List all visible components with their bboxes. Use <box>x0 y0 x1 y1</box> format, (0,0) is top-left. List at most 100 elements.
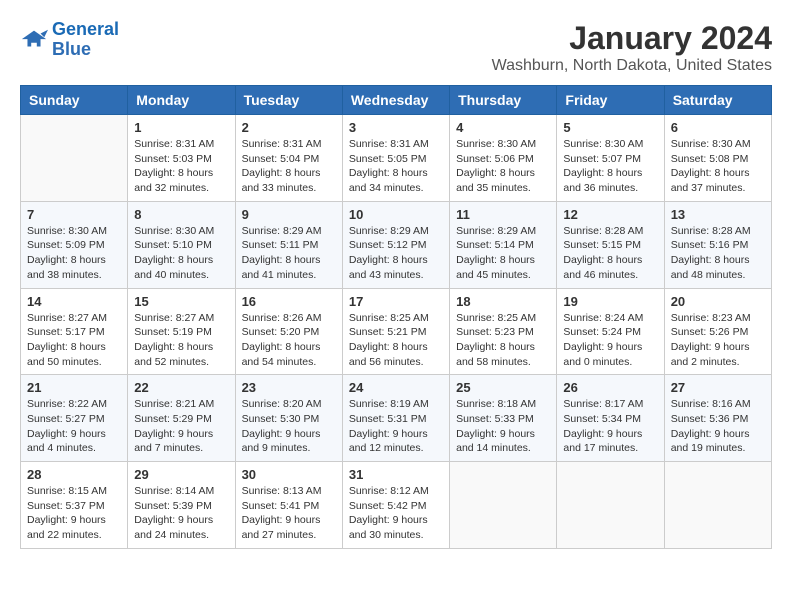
calendar-cell: 20 Sunrise: 8:23 AM Sunset: 5:26 PM Dayli… <box>664 288 771 375</box>
day-info: Sunrise: 8:28 AM Sunset: 5:15 PM Dayligh… <box>563 224 657 283</box>
day-number: 10 <box>349 207 443 222</box>
day-info: Sunrise: 8:27 AM Sunset: 5:17 PM Dayligh… <box>27 311 121 370</box>
day-info: Sunrise: 8:23 AM Sunset: 5:26 PM Dayligh… <box>671 311 765 370</box>
logo: General Blue <box>20 20 119 60</box>
calendar-cell: 10 Sunrise: 8:29 AM Sunset: 5:12 PM Dayli… <box>342 201 449 288</box>
calendar-cell: 19 Sunrise: 8:24 AM Sunset: 5:24 PM Dayli… <box>557 288 664 375</box>
day-number: 24 <box>349 380 443 395</box>
calendar-cell: 2 Sunrise: 8:31 AM Sunset: 5:04 PM Daylig… <box>235 115 342 202</box>
day-number: 7 <box>27 207 121 222</box>
day-info: Sunrise: 8:25 AM Sunset: 5:21 PM Dayligh… <box>349 311 443 370</box>
day-info: Sunrise: 8:31 AM Sunset: 5:04 PM Dayligh… <box>242 137 336 196</box>
calendar-cell: 3 Sunrise: 8:31 AM Sunset: 5:05 PM Daylig… <box>342 115 449 202</box>
day-info: Sunrise: 8:24 AM Sunset: 5:24 PM Dayligh… <box>563 311 657 370</box>
day-number: 25 <box>456 380 550 395</box>
day-number: 29 <box>134 467 228 482</box>
calendar-header-row: SundayMondayTuesdayWednesdayThursdayFrid… <box>21 86 772 115</box>
title-block: January 2024 Washburn, North Dakota, Uni… <box>492 20 772 75</box>
day-header-wednesday: Wednesday <box>342 86 449 115</box>
day-number: 15 <box>134 294 228 309</box>
day-info: Sunrise: 8:29 AM Sunset: 5:12 PM Dayligh… <box>349 224 443 283</box>
day-header-saturday: Saturday <box>664 86 771 115</box>
day-info: Sunrise: 8:30 AM Sunset: 5:08 PM Dayligh… <box>671 137 765 196</box>
calendar-cell: 13Sunrise: 8:28 AM Sunset: 5:16 PM Dayli… <box>664 201 771 288</box>
calendar-cell: 7 Sunrise: 8:30 AM Sunset: 5:09 PM Daylig… <box>21 201 128 288</box>
day-info: Sunrise: 8:12 AM Sunset: 5:42 PM Dayligh… <box>349 484 443 543</box>
day-number: 26 <box>563 380 657 395</box>
day-info: Sunrise: 8:30 AM Sunset: 5:06 PM Dayligh… <box>456 137 550 196</box>
day-info: Sunrise: 8:29 AM Sunset: 5:11 PM Dayligh… <box>242 224 336 283</box>
day-info: Sunrise: 8:31 AM Sunset: 5:05 PM Dayligh… <box>349 137 443 196</box>
day-info: Sunrise: 8:16 AM Sunset: 5:36 PM Dayligh… <box>671 397 765 456</box>
calendar-week-row: 14 Sunrise: 8:27 AM Sunset: 5:17 PM Dayli… <box>21 288 772 375</box>
calendar-cell: 9Sunrise: 8:29 AM Sunset: 5:11 PM Daylig… <box>235 201 342 288</box>
calendar-cell: 8Sunrise: 8:30 AM Sunset: 5:10 PM Daylig… <box>128 201 235 288</box>
day-number: 21 <box>27 380 121 395</box>
day-info: Sunrise: 8:21 AM Sunset: 5:29 PM Dayligh… <box>134 397 228 456</box>
calendar-cell: 16Sunrise: 8:26 AM Sunset: 5:20 PM Dayli… <box>235 288 342 375</box>
day-number: 19 <box>563 294 657 309</box>
day-info: Sunrise: 8:26 AM Sunset: 5:20 PM Dayligh… <box>242 311 336 370</box>
day-header-friday: Friday <box>557 86 664 115</box>
calendar-cell: 4Sunrise: 8:30 AM Sunset: 5:06 PM Daylig… <box>450 115 557 202</box>
day-info: Sunrise: 8:28 AM Sunset: 5:16 PM Dayligh… <box>671 224 765 283</box>
calendar-cell: 14 Sunrise: 8:27 AM Sunset: 5:17 PM Dayli… <box>21 288 128 375</box>
calendar-cell <box>664 462 771 549</box>
day-number: 27 <box>671 380 765 395</box>
calendar-cell: 31 Sunrise: 8:12 AM Sunset: 5:42 PM Dayli… <box>342 462 449 549</box>
day-number: 11 <box>456 207 550 222</box>
day-number: 1 <box>134 120 228 135</box>
day-info: Sunrise: 8:31 AM Sunset: 5:03 PM Dayligh… <box>134 137 228 196</box>
calendar-cell: 15 Sunrise: 8:27 AM Sunset: 5:19 PM Dayli… <box>128 288 235 375</box>
day-number: 2 <box>242 120 336 135</box>
calendar-week-row: 28 Sunrise: 8:15 AM Sunset: 5:37 PM Dayli… <box>21 462 772 549</box>
day-info: Sunrise: 8:14 AM Sunset: 5:39 PM Dayligh… <box>134 484 228 543</box>
calendar-cell <box>557 462 664 549</box>
day-info: Sunrise: 8:13 AM Sunset: 5:41 PM Dayligh… <box>242 484 336 543</box>
day-number: 30 <box>242 467 336 482</box>
calendar-cell: 24 Sunrise: 8:19 AM Sunset: 5:31 PM Dayli… <box>342 375 449 462</box>
day-info: Sunrise: 8:29 AM Sunset: 5:14 PM Dayligh… <box>456 224 550 283</box>
day-info: Sunrise: 8:27 AM Sunset: 5:19 PM Dayligh… <box>134 311 228 370</box>
calendar-cell: 26Sunrise: 8:17 AM Sunset: 5:34 PM Dayli… <box>557 375 664 462</box>
day-info: Sunrise: 8:19 AM Sunset: 5:31 PM Dayligh… <box>349 397 443 456</box>
day-number: 20 <box>671 294 765 309</box>
day-info: Sunrise: 8:30 AM Sunset: 5:10 PM Dayligh… <box>134 224 228 283</box>
logo-line1: General <box>52 19 119 39</box>
day-number: 17 <box>349 294 443 309</box>
day-number: 14 <box>27 294 121 309</box>
calendar-cell: 17 Sunrise: 8:25 AM Sunset: 5:21 PM Dayli… <box>342 288 449 375</box>
day-number: 3 <box>349 120 443 135</box>
calendar-cell <box>450 462 557 549</box>
calendar-cell: 27 Sunrise: 8:16 AM Sunset: 5:36 PM Dayli… <box>664 375 771 462</box>
calendar-week-row: 21Sunrise: 8:22 AM Sunset: 5:27 PM Dayli… <box>21 375 772 462</box>
day-number: 12 <box>563 207 657 222</box>
calendar-cell: 18Sunrise: 8:25 AM Sunset: 5:23 PM Dayli… <box>450 288 557 375</box>
calendar-cell: 25Sunrise: 8:18 AM Sunset: 5:33 PM Dayli… <box>450 375 557 462</box>
calendar-cell: 21Sunrise: 8:22 AM Sunset: 5:27 PM Dayli… <box>21 375 128 462</box>
calendar-week-row: 1 Sunrise: 8:31 AM Sunset: 5:03 PM Daylig… <box>21 115 772 202</box>
calendar-cell: 22 Sunrise: 8:21 AM Sunset: 5:29 PM Dayli… <box>128 375 235 462</box>
day-number: 22 <box>134 380 228 395</box>
calendar-title: January 2024 <box>492 20 772 57</box>
calendar-cell: 12 Sunrise: 8:28 AM Sunset: 5:15 PM Dayli… <box>557 201 664 288</box>
day-number: 28 <box>27 467 121 482</box>
day-info: Sunrise: 8:15 AM Sunset: 5:37 PM Dayligh… <box>27 484 121 543</box>
day-header-tuesday: Tuesday <box>235 86 342 115</box>
calendar-cell: 28 Sunrise: 8:15 AM Sunset: 5:37 PM Dayli… <box>21 462 128 549</box>
calendar-cell: 30 Sunrise: 8:13 AM Sunset: 5:41 PM Dayli… <box>235 462 342 549</box>
day-number: 6 <box>671 120 765 135</box>
logo-bird-icon <box>20 26 48 54</box>
calendar-week-row: 7 Sunrise: 8:30 AM Sunset: 5:09 PM Daylig… <box>21 201 772 288</box>
day-number: 5 <box>563 120 657 135</box>
logo-text: General Blue <box>52 20 119 60</box>
day-info: Sunrise: 8:25 AM Sunset: 5:23 PM Dayligh… <box>456 311 550 370</box>
calendar-cell: 6 Sunrise: 8:30 AM Sunset: 5:08 PM Daylig… <box>664 115 771 202</box>
page-header: General Blue January 2024 Washburn, Nort… <box>20 20 772 75</box>
day-header-thursday: Thursday <box>450 86 557 115</box>
day-info: Sunrise: 8:30 AM Sunset: 5:09 PM Dayligh… <box>27 224 121 283</box>
calendar-cell: 29 Sunrise: 8:14 AM Sunset: 5:39 PM Dayli… <box>128 462 235 549</box>
calendar-cell: 5Sunrise: 8:30 AM Sunset: 5:07 PM Daylig… <box>557 115 664 202</box>
day-number: 31 <box>349 467 443 482</box>
day-header-monday: Monday <box>128 86 235 115</box>
